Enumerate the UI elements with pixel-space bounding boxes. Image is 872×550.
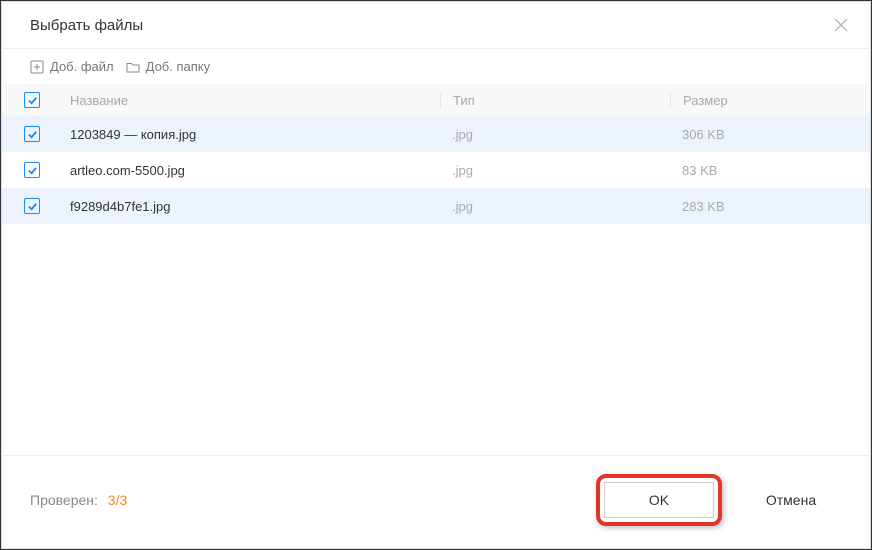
row-type: .jpg (440, 199, 670, 214)
row-type: .jpg (440, 163, 670, 178)
table-row[interactable]: 1203849 — копия.jpg .jpg 306 KB (2, 116, 870, 152)
check-icon (27, 129, 38, 140)
footer-buttons: OK Отмена (596, 474, 846, 526)
header-name[interactable]: Название (62, 93, 440, 108)
add-file-label: Доб. файл (50, 59, 114, 74)
row-checkbox[interactable] (24, 162, 40, 178)
row-size: 283 KB (670, 199, 870, 214)
table-body: 1203849 — копия.jpg .jpg 306 KB artleo.c… (2, 116, 870, 455)
dialog-title: Выбрать файлы (30, 17, 143, 34)
file-dialog: Выбрать файлы Доб. файл Доб. папку Назва… (1, 1, 871, 549)
plus-square-icon (30, 60, 44, 74)
row-name: 1203849 — копия.jpg (62, 127, 440, 142)
row-name: f9289d4b7fe1.jpg (62, 199, 440, 214)
check-icon (27, 95, 38, 106)
header-size[interactable]: Размер (670, 93, 870, 108)
check-icon (27, 165, 38, 176)
row-size: 306 KB (670, 127, 870, 142)
add-file-button[interactable]: Доб. файл (30, 59, 114, 74)
select-all-checkbox[interactable] (24, 92, 40, 108)
table-row[interactable]: f9289d4b7fe1.jpg .jpg 283 KB (2, 188, 870, 224)
status-label: Проверен: (30, 492, 98, 508)
ok-button[interactable]: OK (604, 482, 714, 518)
row-checkbox[interactable] (24, 198, 40, 214)
row-type: .jpg (440, 127, 670, 142)
close-icon (833, 17, 849, 33)
add-folder-button[interactable]: Доб. папку (126, 59, 211, 74)
row-checkbox[interactable] (24, 126, 40, 142)
titlebar: Выбрать файлы (2, 2, 870, 49)
close-button[interactable] (832, 16, 850, 34)
table-row[interactable]: artleo.com-5500.jpg .jpg 83 KB (2, 152, 870, 188)
status-text: Проверен: 3/3 (30, 492, 127, 508)
footer: Проверен: 3/3 OK Отмена (2, 455, 870, 548)
check-icon (27, 201, 38, 212)
folder-icon (126, 60, 140, 74)
table-header: Название Тип Размер (2, 84, 870, 116)
toolbar: Доб. файл Доб. папку (2, 49, 870, 84)
header-type[interactable]: Тип (440, 93, 670, 108)
status-count: 3/3 (108, 492, 127, 508)
add-folder-label: Доб. папку (146, 59, 211, 74)
row-name: artleo.com-5500.jpg (62, 163, 440, 178)
cancel-button[interactable]: Отмена (736, 482, 846, 518)
row-size: 83 KB (670, 163, 870, 178)
ok-highlight: OK (596, 474, 722, 526)
